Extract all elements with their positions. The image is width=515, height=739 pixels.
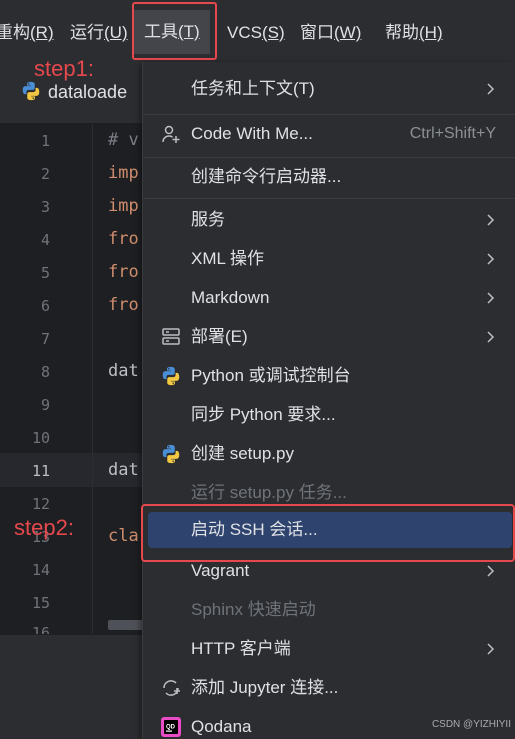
tools-dropdown-menu: 任务和上下文(T) Code With Me... Ctrl+Shift+Y 创…	[142, 62, 515, 739]
menu-item-label: 任务和上下文(T)	[191, 79, 315, 98]
menu-item-code-with-me[interactable]: Code With Me... Ctrl+Shift+Y	[148, 116, 512, 152]
gutter-separator	[92, 124, 93, 634]
menu-run[interactable]: 运行(U)	[70, 18, 128, 48]
qodana-icon: QD	[161, 717, 181, 737]
code-line: # v	[108, 130, 139, 150]
editor-tab[interactable]: dataloade	[20, 80, 127, 103]
line-number: 1	[40, 132, 50, 150]
chevron-right-icon	[487, 643, 495, 655]
line-number: 9	[40, 396, 50, 414]
menu-item-sphinx-quickstart: Sphinx 快速启动	[148, 592, 512, 628]
watermark: CSDN @YIZHIYII	[431, 719, 511, 730]
bottom-panel	[0, 634, 150, 739]
jupyter-connection-icon	[163, 680, 180, 696]
menu-item-label: Code With Me...	[191, 124, 313, 143]
line-number: 10	[31, 429, 50, 447]
step2-highlight-box	[141, 504, 515, 562]
code-line: imp	[108, 163, 139, 183]
python-icon	[162, 444, 180, 464]
code-line: fro	[108, 229, 139, 249]
chevron-right-icon	[487, 565, 495, 577]
menu-item-label: 创建命令行启动器...	[191, 167, 342, 186]
menu-item-label: 同步 Python 要求...	[191, 405, 336, 424]
chevron-right-icon	[487, 253, 495, 265]
line-number: 14	[31, 561, 50, 579]
code-line: fro	[108, 262, 139, 282]
menu-item-services[interactable]: 服务	[148, 202, 512, 238]
menu-item-label: Qodana	[191, 717, 252, 736]
svg-text:QD: QD	[166, 725, 176, 731]
menu-bar: 重构(R) 运行(U) 工具(T) VCS(S) 窗口(W) 帮助(H)	[0, 0, 515, 62]
line-number: 12	[31, 495, 50, 513]
code-line: imp	[108, 196, 139, 216]
menu-item-label: 服务	[191, 210, 225, 229]
line-number: 6	[40, 297, 50, 315]
menu-item-xml-actions[interactable]: XML 操作	[148, 241, 512, 277]
menu-item-tasks-contexts[interactable]: 任务和上下文(T)	[148, 71, 512, 107]
menu-item-python-console[interactable]: Python 或调试控制台	[148, 358, 512, 394]
menu-item-http-client[interactable]: HTTP 客户端	[148, 631, 512, 667]
step2-annotation: step2:	[14, 515, 74, 540]
menu-item-label: Python 或调试控制台	[191, 366, 351, 385]
chevron-right-icon	[487, 83, 495, 95]
line-number: 4	[40, 231, 50, 249]
step1-annotation: step1:	[34, 56, 94, 81]
code-line: cla	[108, 526, 139, 546]
keyboard-shortcut: Ctrl+Shift+Y	[409, 125, 496, 142]
line-number: 7	[40, 330, 50, 348]
add-user-icon	[162, 125, 180, 143]
code-line: fro	[108, 295, 139, 315]
menu-separator	[143, 114, 515, 115]
menu-separator	[143, 198, 515, 199]
python-file-icon	[22, 81, 40, 101]
menu-item-label: 部署(E)	[191, 327, 248, 346]
editor-tab-label: dataloade	[48, 82, 128, 102]
line-number: 2	[40, 165, 50, 183]
line-number: 16	[31, 624, 50, 634]
python-icon	[162, 366, 180, 386]
menu-window[interactable]: 窗口(W)	[300, 18, 361, 48]
menu-tools[interactable]: 工具(T)	[134, 10, 210, 54]
menu-item-sync-requirements[interactable]: 同步 Python 要求...	[148, 397, 512, 433]
chevron-right-icon	[487, 331, 495, 343]
menu-item-create-setup-py[interactable]: 创建 setup.py	[148, 436, 512, 472]
menu-item-label: 添加 Jupyter 连接...	[191, 678, 339, 697]
code-line: dat	[108, 361, 139, 381]
menu-refactor[interactable]: 重构(R)	[0, 18, 54, 48]
menu-item-label: Sphinx 快速启动	[191, 600, 316, 619]
deployment-icon	[162, 328, 180, 345]
line-number: 8	[40, 363, 50, 381]
menu-item-add-jupyter-connection[interactable]: 添加 Jupyter 连接...	[148, 670, 512, 706]
chevron-right-icon	[487, 214, 495, 226]
line-number: 3	[40, 198, 50, 216]
menu-item-create-launcher[interactable]: 创建命令行启动器...	[148, 159, 512, 195]
line-number: 5	[40, 264, 50, 282]
menu-separator	[143, 157, 515, 158]
menu-item-label: HTTP 客户端	[191, 639, 291, 658]
menu-vcs[interactable]: VCS(S)	[227, 18, 285, 48]
menu-item-label: XML 操作	[191, 249, 265, 268]
menu-item-label: 创建 setup.py	[191, 444, 294, 463]
horizontal-scrollbar[interactable]	[108, 620, 144, 630]
menu-item-markdown[interactable]: Markdown	[148, 280, 512, 316]
chevron-right-icon	[487, 292, 495, 304]
menu-help[interactable]: 帮助(H)	[385, 18, 443, 48]
line-number: 11	[31, 462, 50, 480]
menu-item-deployment[interactable]: 部署(E)	[148, 319, 512, 355]
menu-item-label: Markdown	[191, 288, 270, 307]
line-number: 15	[31, 594, 50, 612]
code-line: dat	[108, 460, 139, 480]
